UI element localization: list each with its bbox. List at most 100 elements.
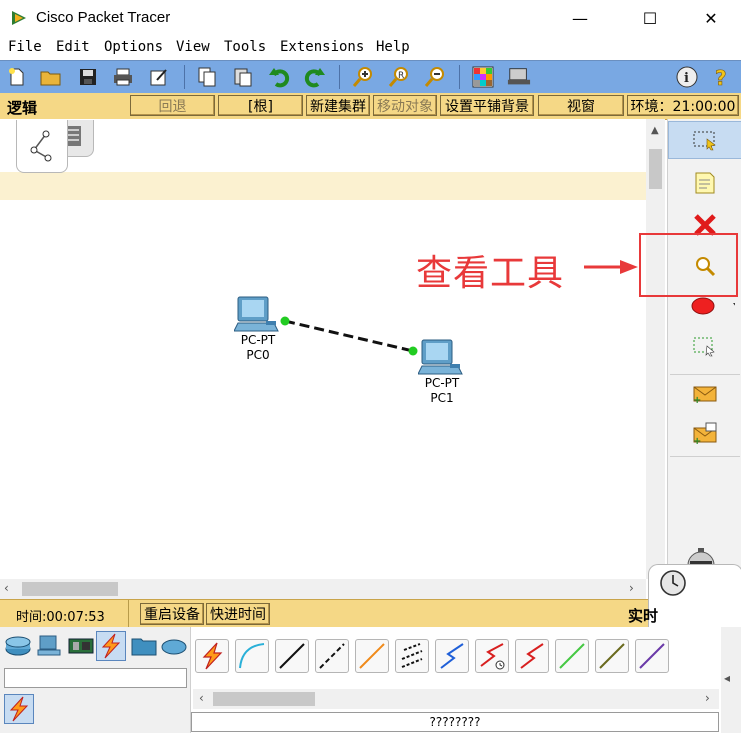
zoom-in-icon [352,67,372,87]
viewport-button[interactable]: 视窗 [538,95,624,116]
scroll-left-icon[interactable]: ‹ [4,581,9,595]
category-components[interactable] [67,633,95,659]
logical-view-tab[interactable] [16,120,68,173]
fast-forward-time-button[interactable]: 快进时间 [206,603,270,625]
root-button[interactable]: [根] [218,95,303,116]
menu-tools[interactable]: Tools [224,39,266,55]
cable-phone[interactable] [395,639,429,673]
note-icon [695,172,715,194]
add-complex-pdu-icon: + [693,422,717,446]
menu-extensions[interactable]: Extensions [280,39,364,55]
category-multiuser[interactable] [160,633,188,659]
pc-icon [233,296,279,332]
activity-wizard-button[interactable] [147,65,171,89]
straight-cable-icon [279,643,305,669]
add-complex-pdu-button[interactable]: + [668,415,741,453]
connection-description: ???????? [191,712,719,732]
set-tiled-background-button[interactable]: 设置平铺背景 [440,95,534,116]
save-button[interactable] [76,65,100,89]
environment-button[interactable]: 环境：21:00:00 [627,95,739,116]
menu-help[interactable]: Help [376,39,410,55]
cable-serial-dce[interactable] [475,639,509,673]
console-cable-icon [239,643,265,669]
redo-button[interactable] [303,65,327,89]
print-button[interactable] [111,65,135,89]
cable-console[interactable] [235,639,269,673]
palette-button[interactable] [471,65,495,89]
cable-serial-dte[interactable] [515,639,549,673]
menu-edit[interactable]: Edit [56,39,90,55]
title-bar: Cisco Packet Tracer — ☐ ✕ [0,0,741,36]
toolbar-separator [459,65,460,89]
connections-horizontal-scrollbar[interactable]: ‹ › [193,689,719,709]
category-end-devices[interactable] [36,633,64,659]
collapse-panel-icon[interactable]: ◂ [724,671,730,685]
category-connections[interactable] [96,631,126,661]
scroll-up-icon[interactable]: ▲ [651,125,659,136]
subcategory-connections[interactable] [4,694,34,724]
scroll-left-icon[interactable]: ‹ [199,691,204,705]
device-pc1[interactable] [417,338,466,378]
menu-file[interactable]: File [8,39,42,55]
place-note-button[interactable] [668,164,741,202]
connections-scroll-thumb[interactable] [213,692,315,706]
new-button[interactable] [5,65,29,89]
move-object-button[interactable]: 移动对象 [373,95,437,116]
power-cycle-devices-button[interactable]: 重启设备 [140,603,204,625]
scroll-right-icon[interactable]: › [629,581,634,595]
device-pc0[interactable] [233,295,282,335]
scroll-right-icon[interactable]: › [705,691,710,705]
svg-text:i: i [684,71,689,86]
open-button[interactable] [39,65,63,89]
realtime-mode-tab[interactable] [648,564,741,627]
back-button[interactable]: 回退 [130,95,215,116]
add-simple-pdu-button[interactable]: + [668,375,741,413]
topology-icon [30,130,52,162]
link-pc0-pc1[interactable] [284,319,414,353]
undo-button[interactable] [267,65,291,89]
logical-workspace-canvas[interactable]: PC-PT PC0 PC-PT PC1 [0,119,646,579]
resize-shape-button[interactable] [668,327,741,365]
cable-fiber[interactable] [355,639,389,673]
help-button[interactable]: ? [710,65,734,89]
new-cluster-button[interactable]: 新建集群 [306,95,370,116]
zoom-out-button[interactable] [423,65,447,89]
zoom-in-button[interactable] [351,65,375,89]
router-icon [5,636,31,656]
vertical-scroll-thumb[interactable] [649,149,662,189]
cable-automatic[interactable] [195,639,229,673]
minimize-button[interactable]: — [557,0,603,36]
maximize-button[interactable]: ☐ [627,0,673,36]
info-button[interactable]: i [675,65,699,89]
cable-iot[interactable] [595,639,629,673]
menu-view[interactable]: View [176,39,210,55]
cable-octal[interactable] [555,639,589,673]
custom-device-button[interactable] [507,65,531,89]
phone-cable-icon [401,643,423,668]
navigation-panel-tab[interactable] [4,120,94,173]
cable-coaxial[interactable] [435,639,469,673]
logical-label: 逻辑 [7,99,38,117]
annotation-arrow-icon [584,260,638,274]
menu-options[interactable]: Options [104,39,163,55]
add-simple-pdu-icon: + [693,386,717,405]
serial-dte-icon [520,643,544,669]
workspace-horizontal-scrollbar[interactable]: ‹ › [0,579,646,599]
category-network-devices[interactable] [4,633,32,659]
cable-copper-straight[interactable] [275,639,309,673]
select-tool-button[interactable] [668,121,741,159]
toolbar-separator [184,65,185,89]
cable-usb[interactable] [635,639,669,673]
device-type-label: PC-PT [240,333,276,347]
clock-icon [660,570,686,596]
copy-button[interactable] [195,65,219,89]
cable-copper-cross[interactable] [315,639,349,673]
paste-button[interactable] [231,65,255,89]
lightning-icon [101,633,121,659]
device-selection-box: ‹ › ???????? ◂ [0,627,741,733]
horizontal-scroll-thumb[interactable] [22,582,118,596]
close-button[interactable]: ✕ [688,0,734,36]
workspace-vertical-scrollbar[interactable]: ▲ [646,119,665,579]
category-miscellaneous[interactable] [130,633,158,659]
zoom-reset-button[interactable]: R [387,65,411,89]
